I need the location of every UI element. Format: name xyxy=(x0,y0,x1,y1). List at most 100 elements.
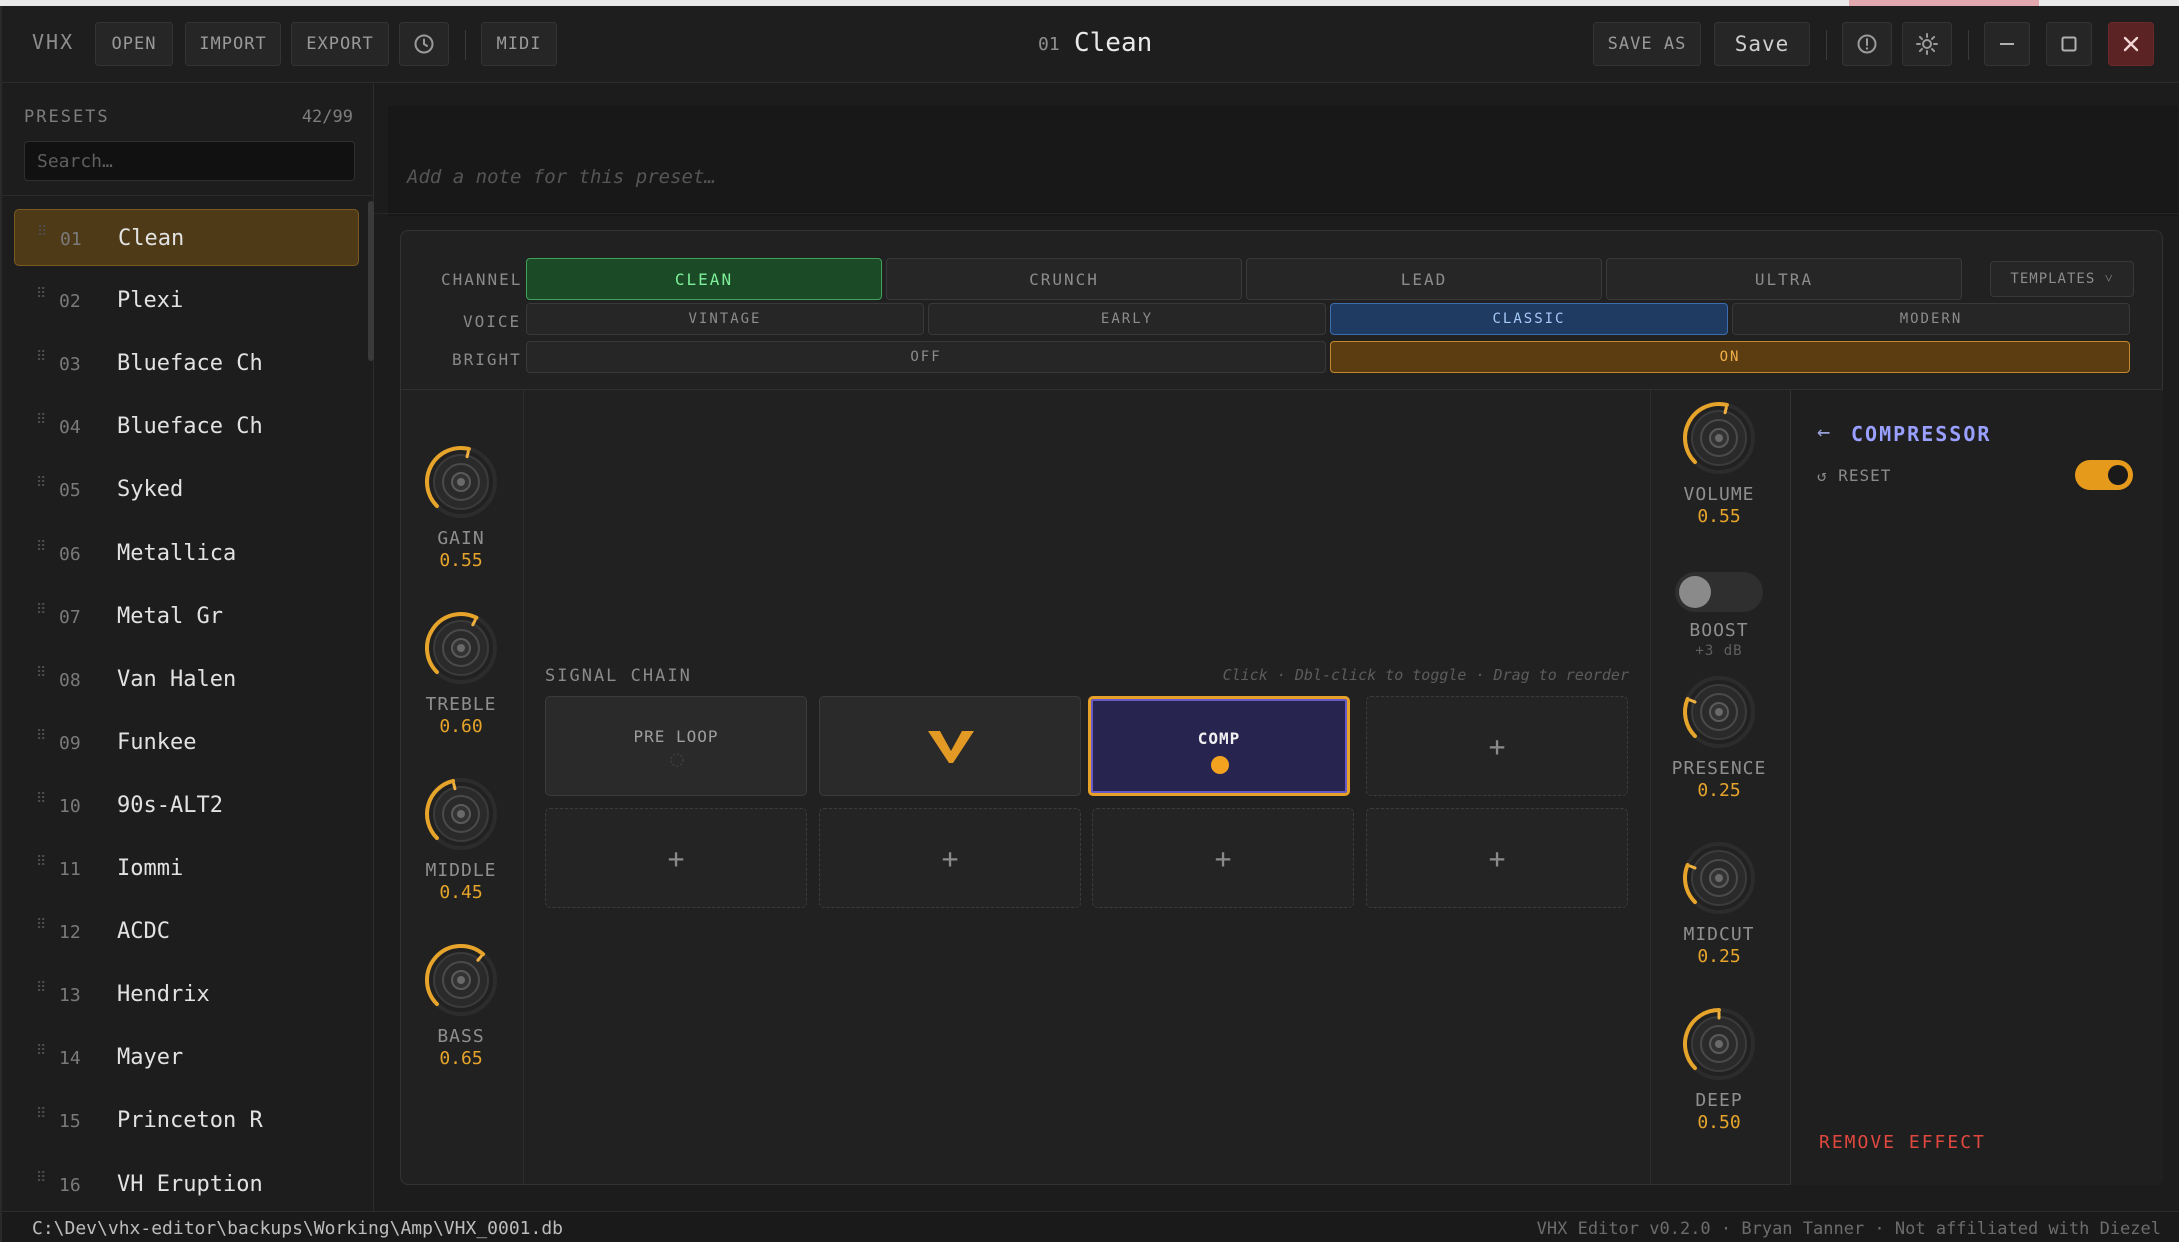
middle-knob[interactable] xyxy=(421,774,501,854)
preset-list-item[interactable]: ⠿ 04 Blueface Ch xyxy=(14,398,359,455)
minimize-icon xyxy=(2000,43,2014,45)
sun-icon xyxy=(1916,33,1938,55)
preset-list-item[interactable]: ⠿ 11 Iommi xyxy=(14,840,359,897)
status-bar: C:\Dev\vhx-editor\backups\Working\Amp\VH… xyxy=(2,1211,2179,1242)
preset-search-input[interactable] xyxy=(24,141,355,181)
app-credits: VHX Editor v0.2.0 · Bryan Tanner · Not a… xyxy=(1536,1219,2161,1239)
drag-handle-icon[interactable]: ⠿ xyxy=(36,350,46,364)
midcut-knob[interactable] xyxy=(1679,838,1759,918)
signal-chain-label: SIGNAL CHAIN xyxy=(545,666,692,686)
knob-label: DEEP xyxy=(1695,1090,1743,1111)
knob-value: 0.55 xyxy=(1697,506,1741,527)
drag-handle-icon[interactable]: ⠿ xyxy=(36,981,46,995)
preset-item-name: Hendrix xyxy=(117,982,210,1008)
remove-effect-button[interactable]: REMOVE EFFECT xyxy=(1819,1132,1986,1153)
preset-list-item[interactable]: ⠿ 07 Metal Gr xyxy=(14,588,359,645)
preset-list-item[interactable]: ⠿ 03 Blueface Ch xyxy=(14,335,359,392)
templates-dropdown[interactable]: TEMPLATES ˅ xyxy=(1990,261,2134,297)
preset-list-item[interactable]: ⠿ 06 Metallica xyxy=(14,525,359,582)
volume-knob[interactable] xyxy=(1679,398,1759,478)
save-button[interactable]: Save xyxy=(1714,22,1810,66)
chain-slot-empty[interactable]: + xyxy=(1366,808,1628,908)
channel-option[interactable]: CRUNCH xyxy=(886,258,1242,300)
chain-slot-empty[interactable]: + xyxy=(1366,696,1628,796)
preset-list-item[interactable]: ⠿ 01 Clean xyxy=(14,209,359,266)
channel-label: CHANNEL xyxy=(441,270,523,289)
deep-knob[interactable] xyxy=(1679,1004,1759,1084)
history-button[interactable] xyxy=(399,22,449,66)
drag-handle-icon[interactable]: ⠿ xyxy=(36,540,46,554)
preset-list-item[interactable]: ⠿ 14 Mayer xyxy=(14,1029,359,1086)
drag-handle-icon[interactable]: ⠿ xyxy=(36,792,46,806)
midi-button[interactable]: MIDI xyxy=(481,22,557,66)
voice-option[interactable]: CLASSIC xyxy=(1330,303,1728,335)
channel-option[interactable]: CLEAN xyxy=(526,258,882,300)
knob-value: 0.60 xyxy=(439,716,483,737)
export-button[interactable]: EXPORT xyxy=(291,22,389,66)
minimize-button[interactable] xyxy=(1984,22,2030,66)
channel-option[interactable]: ULTRA xyxy=(1606,258,1962,300)
preset-list-item[interactable]: ⠿ 10 90s-ALT2 xyxy=(14,777,359,834)
bright-option[interactable]: ON xyxy=(1330,341,2130,373)
boost-toggle[interactable] xyxy=(1675,572,1763,612)
bass-knob[interactable] xyxy=(421,940,501,1020)
preset-item-number: 06 xyxy=(59,543,81,565)
preset-item-number: 09 xyxy=(59,732,81,754)
preset-list-scrollbar[interactable] xyxy=(368,201,374,361)
import-button[interactable]: IMPORT xyxy=(185,22,281,66)
drag-handle-icon[interactable]: ⠿ xyxy=(36,476,46,490)
drag-handle-icon[interactable]: ⠿ xyxy=(36,1171,46,1185)
preset-list-item[interactable]: ⠿ 09 Funkee xyxy=(14,714,359,771)
knob-label: VOLUME xyxy=(1683,484,1755,505)
gain-knob[interactable] xyxy=(421,442,501,522)
preset-list-item[interactable]: ⠿ 16 VH Eruption xyxy=(14,1156,359,1212)
drag-handle-icon[interactable]: ⠿ xyxy=(36,287,46,301)
preset-list-item[interactable]: ⠿ 12 ACDC xyxy=(14,903,359,960)
info-button[interactable] xyxy=(1842,22,1892,66)
preset-item-name: Funkee xyxy=(117,729,197,755)
signal-chain-hint: Click · Dbl-click to toggle · Drag to re… xyxy=(1222,666,1629,684)
open-button[interactable]: OPEN xyxy=(95,22,173,66)
preset-list-item[interactable]: ⠿ 15 Princeton R xyxy=(14,1092,359,1149)
back-arrow-icon[interactable]: ← xyxy=(1817,420,1830,445)
drag-handle-icon[interactable]: ⠿ xyxy=(36,603,46,617)
voice-option[interactable]: VINTAGE xyxy=(526,303,924,335)
channel-option[interactable]: LEAD xyxy=(1246,258,1602,300)
drag-handle-icon[interactable]: ⠿ xyxy=(37,225,47,239)
preset-item-number: 02 xyxy=(59,291,81,313)
voice-label: VOICE xyxy=(463,312,522,331)
preset-item-name: Mayer xyxy=(117,1045,184,1071)
chain-slot-empty[interactable]: + xyxy=(545,808,807,908)
presence-knob[interactable] xyxy=(1679,672,1759,752)
chain-slot-empty[interactable]: + xyxy=(1092,808,1354,908)
drag-handle-icon[interactable]: ⠿ xyxy=(36,855,46,869)
treble-knob[interactable] xyxy=(421,608,501,688)
save-as-button[interactable]: SAVE AS xyxy=(1593,22,1701,66)
preset-list-item[interactable]: ⠿ 05 Syked xyxy=(14,461,359,518)
drag-handle-icon[interactable]: ⠿ xyxy=(36,413,46,427)
theme-button[interactable] xyxy=(1902,22,1952,66)
voice-option[interactable]: EARLY xyxy=(928,303,1326,335)
chain-slot-amp[interactable] xyxy=(819,696,1081,796)
effect-enable-toggle[interactable] xyxy=(2075,460,2133,490)
preset-list-item[interactable]: ⠿ 08 Van Halen xyxy=(14,651,359,708)
bright-option[interactable]: OFF xyxy=(526,341,1326,373)
maximize-button[interactable] xyxy=(2046,22,2092,66)
knob-value: 0.25 xyxy=(1697,946,1741,967)
preset-list-item[interactable]: ⠿ 13 Hendrix xyxy=(14,966,359,1023)
chain-slot-empty[interactable]: + xyxy=(819,808,1081,908)
preset-note-placeholder[interactable]: Add a note for this preset… xyxy=(407,166,716,188)
chain-slot-pre-loop[interactable]: PRE LOOP xyxy=(545,696,807,796)
drag-handle-icon[interactable]: ⠿ xyxy=(36,729,46,743)
drag-handle-icon[interactable]: ⠿ xyxy=(36,918,46,932)
drag-handle-icon[interactable]: ⠿ xyxy=(36,1107,46,1121)
drag-handle-icon[interactable]: ⠿ xyxy=(36,666,46,680)
drag-handle-icon[interactable]: ⠿ xyxy=(36,1044,46,1058)
reset-button[interactable]: ↺ RESET xyxy=(1817,466,1891,485)
app-logo: VHX xyxy=(32,30,75,54)
preset-note-area[interactable]: Add a note for this preset… xyxy=(388,106,2178,216)
chain-slot-comp[interactable]: COMP xyxy=(1088,696,1350,796)
close-button[interactable] xyxy=(2108,22,2154,66)
preset-list-item[interactable]: ⠿ 02 Plexi xyxy=(14,272,359,329)
voice-option[interactable]: MODERN xyxy=(1732,303,2130,335)
